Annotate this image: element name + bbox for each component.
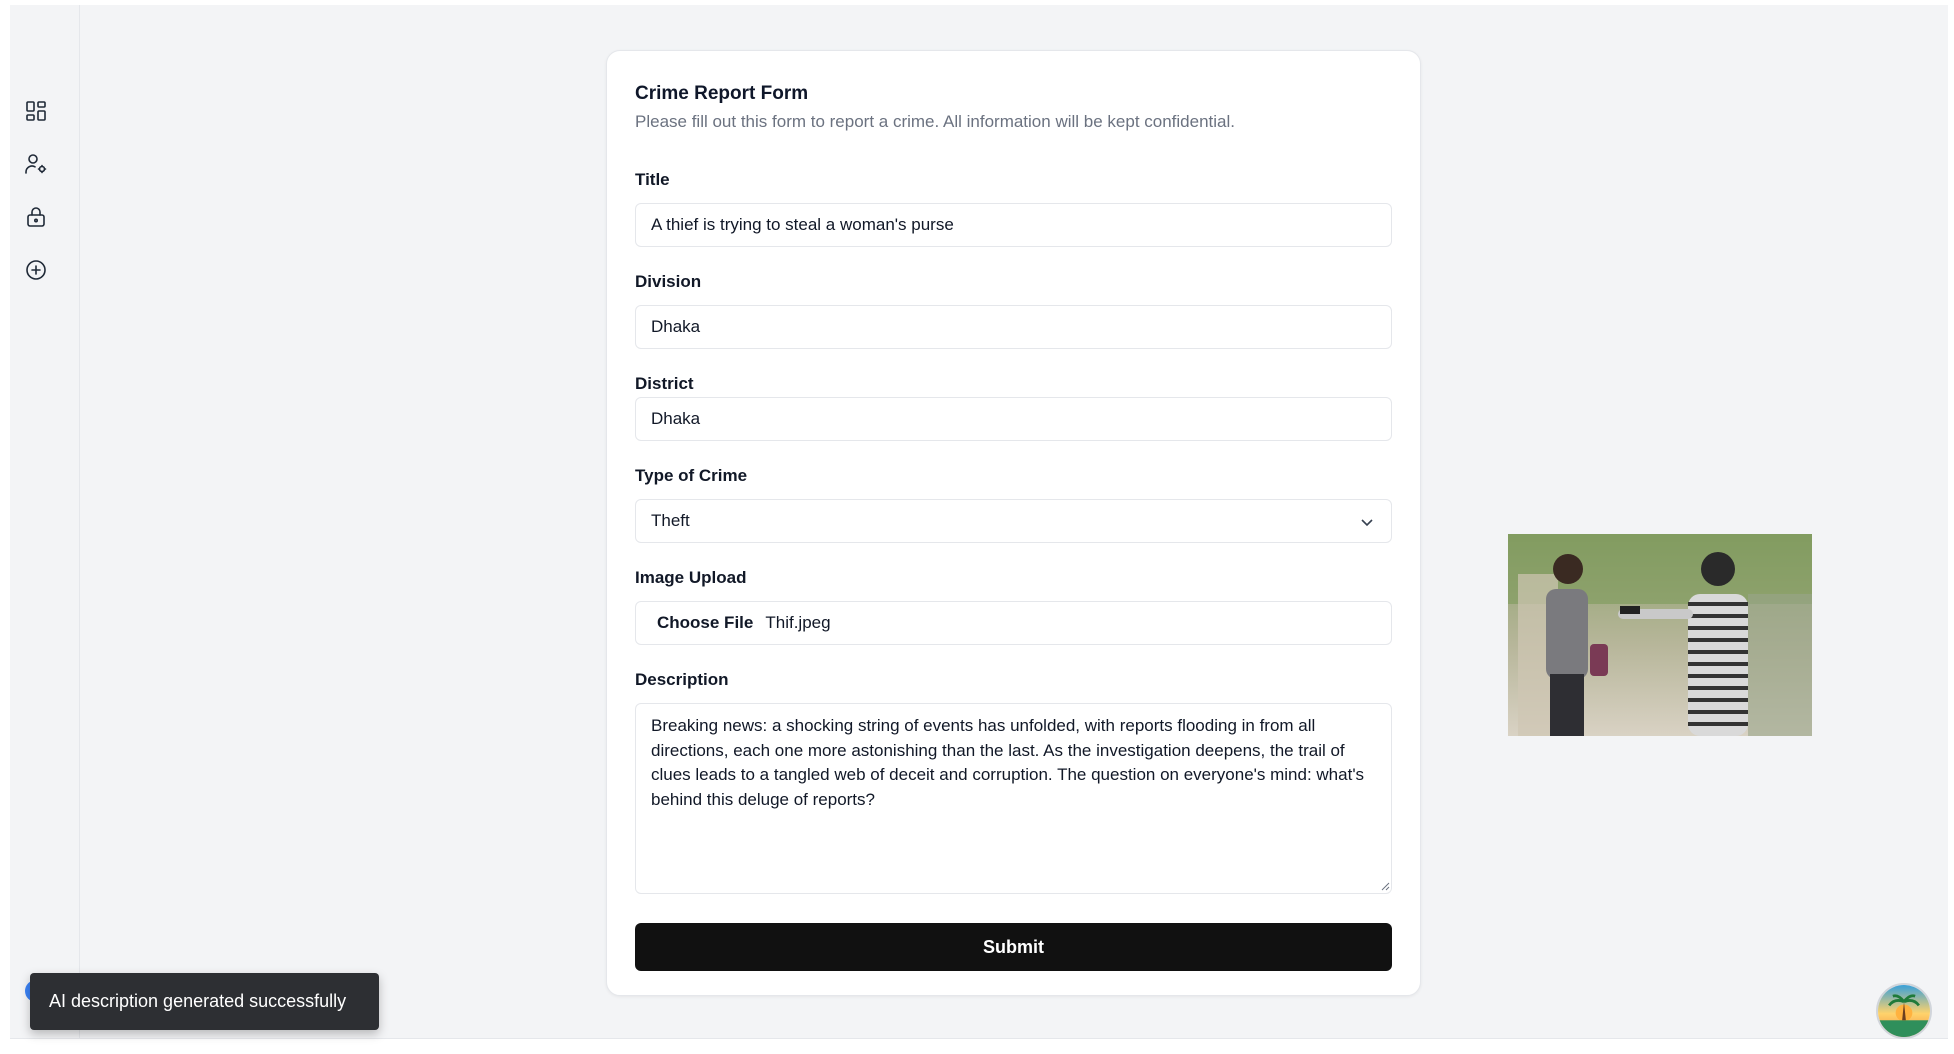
form-subtitle: Please fill out this form to report a cr… [635, 112, 1235, 131]
choose-file-button[interactable]: Choose File [657, 613, 753, 633]
division-label: Division [635, 272, 702, 291]
form-title: Crime Report Form [635, 83, 809, 104]
division-field[interactable] [635, 305, 1392, 349]
title-label: Title [635, 170, 670, 189]
dashboard-icon[interactable] [22, 97, 50, 125]
lock-icon[interactable] [22, 203, 50, 231]
title-input[interactable] [651, 204, 1376, 246]
crime-type-label: Type of Crime [635, 466, 748, 485]
uploaded-image-preview [1508, 534, 1812, 736]
user-settings-icon[interactable] [22, 150, 50, 178]
crime-report-card: Crime Report Form Please fill out this f… [606, 50, 1421, 996]
submit-button[interactable]: Submit [635, 923, 1392, 971]
file-name: Thif.jpeg [765, 613, 831, 632]
district-label: District [635, 374, 694, 393]
toast-notification: AI description generated successfully [30, 973, 379, 1030]
description-label: Description [635, 670, 729, 689]
district-input[interactable] [651, 398, 1376, 440]
division-input[interactable] [651, 306, 1376, 348]
chevron-down-icon [1359, 514, 1375, 530]
resize-handle-icon[interactable] [1380, 881, 1390, 891]
crime-type-value: Theft [651, 511, 690, 530]
title-field[interactable] [635, 203, 1392, 247]
add-circle-icon[interactable] [22, 256, 50, 284]
sidebar [10, 5, 80, 1038]
image-upload-field: Choose File Thif.jpeg [635, 601, 1392, 645]
crime-type-select[interactable]: Theft [635, 499, 1392, 543]
description-textarea[interactable]: Breaking news: a shocking string of even… [635, 703, 1392, 894]
avatar[interactable] [1876, 983, 1932, 1039]
district-field[interactable] [635, 397, 1392, 441]
app-window: Crime Report Form Please fill out this f… [10, 5, 1948, 1039]
image-upload-label: Image Upload [635, 568, 747, 587]
